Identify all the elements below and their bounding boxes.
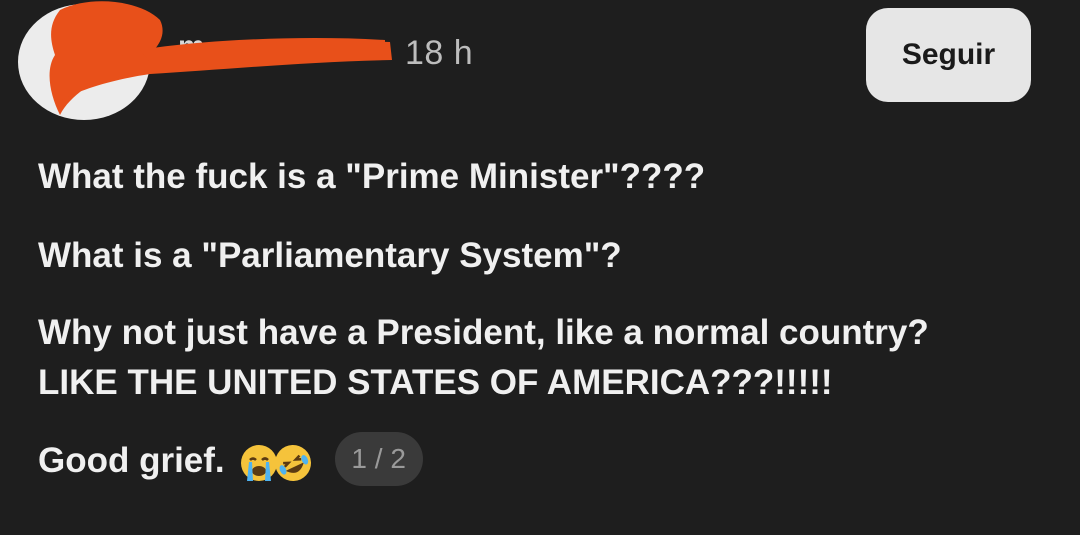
post-line-5-text: Good grief. (38, 441, 225, 480)
emoji-row (239, 443, 311, 483)
redaction-scribble (49, 1, 392, 115)
page-counter[interactable]: 1 / 2 (334, 431, 423, 486)
post-line-2: What is a "Parliamentary System"? (38, 236, 622, 275)
follow-button[interactable]: Seguir (866, 8, 1031, 102)
post-line-4: LIKE THE UNITED STATES OF AMERICA???!!!!… (38, 363, 833, 402)
post-body: What the fuck is a "Prime Minister"???? … (38, 150, 1058, 516)
post-line-3-4: Why not just have a President, like a no… (38, 308, 1058, 408)
post-line-5: Good grief. 1 / 2 (38, 431, 1058, 490)
post-timestamp: 18 h (405, 34, 474, 72)
post-line-1: What the fuck is a "Prime Minister"???? (38, 157, 706, 196)
rofl-face-icon (274, 444, 311, 481)
post-line-3: Why not just have a President, like a no… (38, 313, 929, 352)
